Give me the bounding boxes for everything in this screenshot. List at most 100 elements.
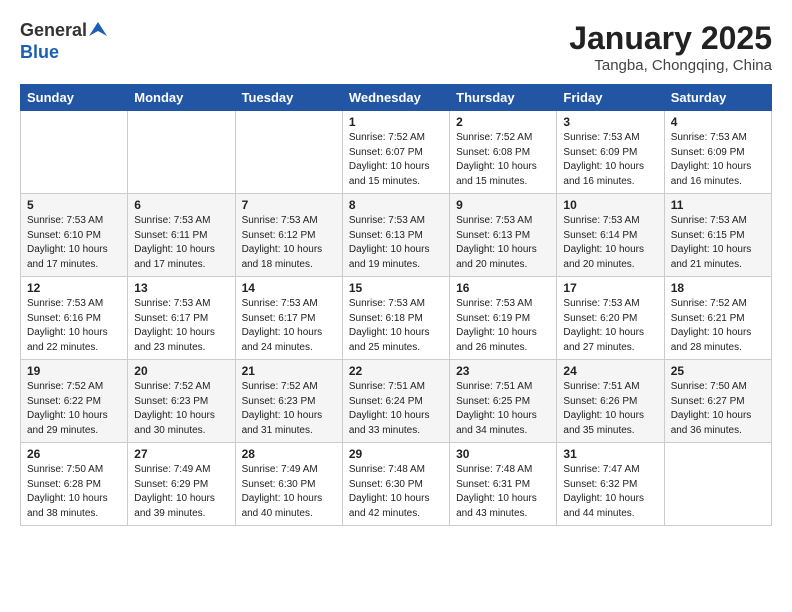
day-number: 5: [27, 198, 121, 212]
day-number: 11: [671, 198, 765, 212]
day-cell: 18Sunrise: 7:52 AM Sunset: 6:21 PM Dayli…: [664, 277, 771, 360]
day-number: 14: [242, 281, 336, 295]
day-number: 28: [242, 447, 336, 461]
day-number: 4: [671, 115, 765, 129]
day-cell: 15 Sunrise: 7:53 AM Sunset: 6:18 PM Dayli…: [342, 277, 449, 360]
day-info: Sunrise: 7:53 AM Sunset: 6:13 PM Dayligh…: [456, 214, 550, 272]
day-info: Sunrise: 7:53 AM Sunset: 6:12 PM Dayligh…: [242, 214, 336, 272]
day-info: Sunrise: 7:51 AM Sunset: 6:25 PM Dayligh…: [456, 380, 550, 438]
day-number: 31: [563, 447, 657, 461]
day-cell: 26Sunrise: 7:50 AM Sunset: 6:28 PM Dayli…: [21, 443, 128, 526]
day-info: Sunrise: 7:47 AM Sunset: 6:32 PM Dayligh…: [563, 463, 657, 521]
logo: General Blue: [20, 20, 107, 63]
day-info: Sunrise: 7:53 AM Sunset: 6:11 PM Dayligh…: [134, 214, 228, 272]
day-cell: 1 Sunrise: 7:52 AM Sunset: 6:07 PM Daylig…: [342, 111, 449, 194]
day-number: 22: [349, 364, 443, 378]
day-number: 23: [456, 364, 550, 378]
day-cell: 22 Sunrise: 7:51 AM Sunset: 6:24 PM Dayli…: [342, 360, 449, 443]
day-cell: 29 Sunrise: 7:48 AM Sunset: 6:30 PM Dayli…: [342, 443, 449, 526]
day-info: Sunrise: 7:53 AM Sunset: 6:15 PM Dayligh…: [671, 214, 765, 272]
day-number: 6: [134, 198, 228, 212]
day-number: 7: [242, 198, 336, 212]
day-number: 26: [27, 447, 121, 461]
day-cell: 5 Sunrise: 7:53 AM Sunset: 6:10 PM Daylig…: [21, 194, 128, 277]
day-cell: 20 Sunrise: 7:52 AM Sunset: 6:23 PM Dayli…: [128, 360, 235, 443]
day-info: Sunrise: 7:49 AM Sunset: 6:30 PM Dayligh…: [242, 463, 336, 521]
day-number: 8: [349, 198, 443, 212]
day-number: 12: [27, 281, 121, 295]
day-cell: 17Sunrise: 7:53 AM Sunset: 6:20 PM Dayli…: [557, 277, 664, 360]
day-info: Sunrise: 7:53 AM Sunset: 6:09 PM Dayligh…: [671, 131, 765, 189]
week-row-5: 26Sunrise: 7:50 AM Sunset: 6:28 PM Dayli…: [21, 443, 772, 526]
day-info: Sunrise: 7:49 AM Sunset: 6:29 PM Dayligh…: [134, 463, 228, 521]
day-info: Sunrise: 7:53 AM Sunset: 6:10 PM Dayligh…: [27, 214, 121, 272]
day-info: Sunrise: 7:52 AM Sunset: 6:08 PM Dayligh…: [456, 131, 550, 189]
day-cell: 4 Sunrise: 7:53 AM Sunset: 6:09 PM Daylig…: [664, 111, 771, 194]
week-row-2: 5 Sunrise: 7:53 AM Sunset: 6:10 PM Daylig…: [21, 194, 772, 277]
day-cell: 6 Sunrise: 7:53 AM Sunset: 6:11 PM Daylig…: [128, 194, 235, 277]
calendar-body: 1 Sunrise: 7:52 AM Sunset: 6:07 PM Daylig…: [21, 111, 772, 526]
weekday-header-wednesday: Wednesday: [342, 85, 449, 111]
day-cell: 30 Sunrise: 7:48 AM Sunset: 6:31 PM Dayli…: [450, 443, 557, 526]
day-number: 27: [134, 447, 228, 461]
day-number: 15: [349, 281, 443, 295]
day-cell: 23 Sunrise: 7:51 AM Sunset: 6:25 PM Dayli…: [450, 360, 557, 443]
day-info: Sunrise: 7:52 AM Sunset: 6:23 PM Dayligh…: [134, 380, 228, 438]
day-info: Sunrise: 7:53 AM Sunset: 6:13 PM Dayligh…: [349, 214, 443, 272]
day-cell: 12Sunrise: 7:53 AM Sunset: 6:16 PM Dayli…: [21, 277, 128, 360]
day-cell: 31 Sunrise: 7:47 AM Sunset: 6:32 PM Dayli…: [557, 443, 664, 526]
weekday-header-friday: Friday: [557, 85, 664, 111]
day-info: Sunrise: 7:53 AM Sunset: 6:20 PM Dayligh…: [563, 297, 657, 355]
day-info: Sunrise: 7:48 AM Sunset: 6:31 PM Dayligh…: [456, 463, 550, 521]
day-cell: 16Sunrise: 7:53 AM Sunset: 6:19 PM Dayli…: [450, 277, 557, 360]
day-info: Sunrise: 7:52 AM Sunset: 6:21 PM Dayligh…: [671, 297, 765, 355]
day-number: 19: [27, 364, 121, 378]
day-info: Sunrise: 7:53 AM Sunset: 6:17 PM Dayligh…: [242, 297, 336, 355]
day-info: Sunrise: 7:53 AM Sunset: 6:17 PM Dayligh…: [134, 297, 228, 355]
day-cell: 21Sunrise: 7:52 AM Sunset: 6:23 PM Dayli…: [235, 360, 342, 443]
day-cell: 27 Sunrise: 7:49 AM Sunset: 6:29 PM Dayli…: [128, 443, 235, 526]
day-cell: 28 Sunrise: 7:49 AM Sunset: 6:30 PM Dayli…: [235, 443, 342, 526]
weekday-header-sunday: Sunday: [21, 85, 128, 111]
day-cell: [664, 443, 771, 526]
day-cell: [235, 111, 342, 194]
day-info: Sunrise: 7:53 AM Sunset: 6:18 PM Dayligh…: [349, 297, 443, 355]
calendar-header: SundayMondayTuesdayWednesdayThursdayFrid…: [21, 85, 772, 111]
week-row-4: 19Sunrise: 7:52 AM Sunset: 6:22 PM Dayli…: [21, 360, 772, 443]
day-cell: 13 Sunrise: 7:53 AM Sunset: 6:17 PM Dayli…: [128, 277, 235, 360]
day-cell: 10 Sunrise: 7:53 AM Sunset: 6:14 PM Dayli…: [557, 194, 664, 277]
weekday-row: SundayMondayTuesdayWednesdayThursdayFrid…: [21, 85, 772, 111]
weekday-header-saturday: Saturday: [664, 85, 771, 111]
day-cell: 24Sunrise: 7:51 AM Sunset: 6:26 PM Dayli…: [557, 360, 664, 443]
day-info: Sunrise: 7:48 AM Sunset: 6:30 PM Dayligh…: [349, 463, 443, 521]
day-cell: [128, 111, 235, 194]
location: Tangba, Chongqing, China: [569, 57, 772, 74]
day-cell: 8 Sunrise: 7:53 AM Sunset: 6:13 PM Daylig…: [342, 194, 449, 277]
day-cell: 3Sunrise: 7:53 AM Sunset: 6:09 PM Daylig…: [557, 111, 664, 194]
day-info: Sunrise: 7:51 AM Sunset: 6:24 PM Dayligh…: [349, 380, 443, 438]
day-number: 13: [134, 281, 228, 295]
month-title: January 2025: [569, 20, 772, 57]
day-cell: 19Sunrise: 7:52 AM Sunset: 6:22 PM Dayli…: [21, 360, 128, 443]
day-number: 2: [456, 115, 550, 129]
day-cell: 7 Sunrise: 7:53 AM Sunset: 6:12 PM Daylig…: [235, 194, 342, 277]
logo-icon: [89, 20, 107, 38]
day-info: Sunrise: 7:50 AM Sunset: 6:27 PM Dayligh…: [671, 380, 765, 438]
day-number: 24: [563, 364, 657, 378]
day-cell: 11 Sunrise: 7:53 AM Sunset: 6:15 PM Dayli…: [664, 194, 771, 277]
week-row-3: 12Sunrise: 7:53 AM Sunset: 6:16 PM Dayli…: [21, 277, 772, 360]
weekday-header-tuesday: Tuesday: [235, 85, 342, 111]
day-info: Sunrise: 7:53 AM Sunset: 6:14 PM Dayligh…: [563, 214, 657, 272]
day-number: 10: [563, 198, 657, 212]
day-info: Sunrise: 7:52 AM Sunset: 6:07 PM Dayligh…: [349, 131, 443, 189]
page-header: General Blue January 2025 Tangba, Chongq…: [20, 20, 772, 74]
weekday-header-monday: Monday: [128, 85, 235, 111]
weekday-header-thursday: Thursday: [450, 85, 557, 111]
day-number: 30: [456, 447, 550, 461]
day-info: Sunrise: 7:53 AM Sunset: 6:09 PM Dayligh…: [563, 131, 657, 189]
day-number: 20: [134, 364, 228, 378]
day-number: 1: [349, 115, 443, 129]
day-number: 29: [349, 447, 443, 461]
day-cell: 9Sunrise: 7:53 AM Sunset: 6:13 PM Daylig…: [450, 194, 557, 277]
day-number: 21: [242, 364, 336, 378]
